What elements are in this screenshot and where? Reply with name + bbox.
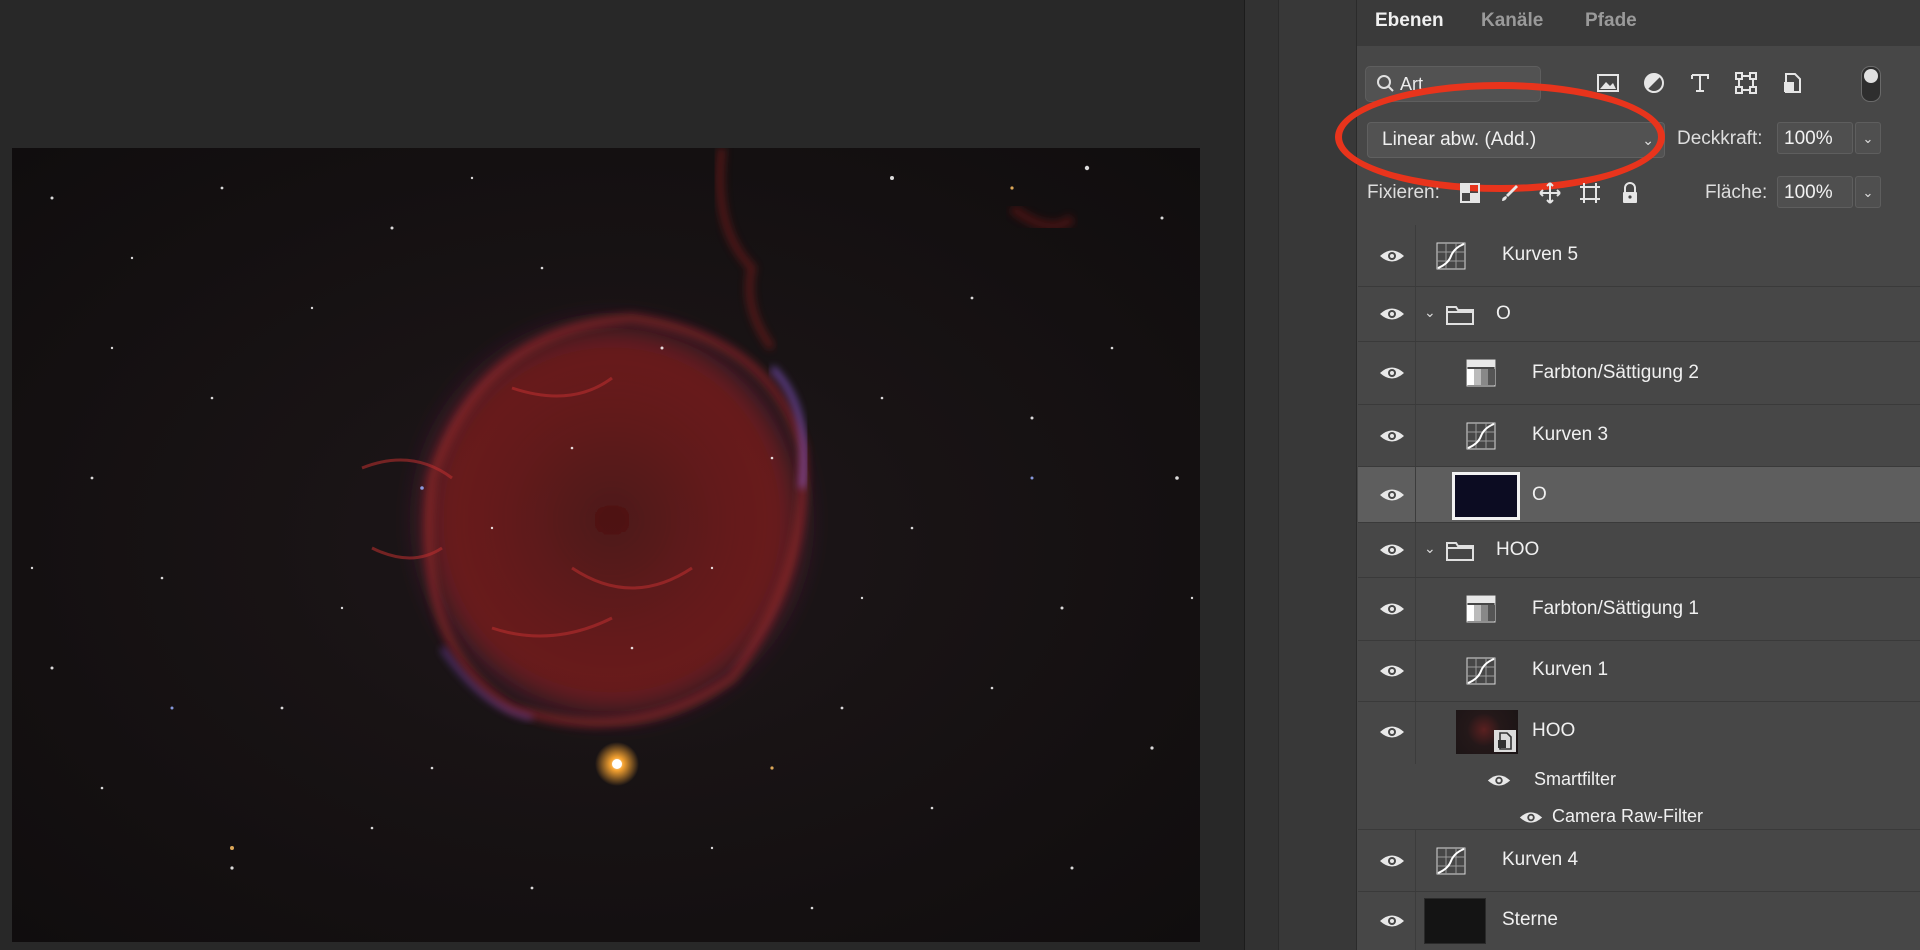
smart-filter-label: Smartfilter [1534, 769, 1617, 789]
eye-icon[interactable] [1378, 662, 1406, 680]
hue-saturation-icon [1466, 595, 1496, 623]
eye-icon[interactable] [1378, 600, 1406, 618]
shape-filter-icon[interactable] [1731, 68, 1761, 98]
layer-name: Kurven 5 [1502, 244, 1579, 265]
folder-icon [1446, 306, 1474, 325]
curves-icon [1466, 422, 1496, 450]
toolbar-gutter [1244, 0, 1279, 950]
layer-name: HOO [1496, 539, 1540, 560]
search-input-value: Art [1400, 74, 1424, 94]
eye-icon[interactable] [1378, 305, 1406, 323]
layer-name: O [1532, 484, 1547, 505]
lock-all-icon[interactable] [1617, 180, 1643, 206]
panel-dock-strip [1278, 0, 1357, 950]
layer-thumbnail [1452, 472, 1520, 520]
type-filter-icon[interactable] [1685, 68, 1715, 98]
lock-position-icon[interactable] [1537, 180, 1563, 206]
tab-kanaele[interactable]: Kanäle [1481, 10, 1543, 32]
layer-filter-search[interactable]: Art [1365, 66, 1541, 102]
filter-toggle-switch[interactable] [1861, 66, 1881, 102]
eye-icon[interactable] [1378, 541, 1406, 559]
opacity-dropdown-button[interactable]: ⌄ [1855, 122, 1881, 154]
camera-raw-eye-icon[interactable] [1518, 809, 1544, 826]
layer-row[interactable]: Sterne [1358, 892, 1920, 950]
adjustment-filter-icon[interactable] [1639, 68, 1669, 98]
opacity-label: Deckkraft: [1677, 128, 1763, 149]
canvas-area[interactable] [0, 0, 1244, 950]
nebula-artwork [30, 148, 1194, 910]
lock-label: Fixieren: [1367, 182, 1440, 203]
layer-name: Kurven 4 [1502, 849, 1579, 870]
expand-arrow-icon[interactable]: ⌄ [1424, 540, 1436, 557]
blend-mode-dropdown[interactable]: Linear abw. (Add.) ⌄ [1367, 122, 1665, 158]
layer-name: Kurven 3 [1532, 424, 1609, 445]
tab-ebenen[interactable]: Ebenen [1361, 0, 1458, 46]
layer-row-smart-object[interactable]: HOO Smartfilter Camera Raw-Filter [1358, 702, 1920, 830]
expand-arrow-icon[interactable]: ⌄ [1424, 304, 1436, 321]
eye-icon[interactable] [1378, 427, 1406, 445]
layer-row[interactable]: Kurven 1 [1358, 641, 1920, 702]
lock-pixels-icon[interactable] [1497, 180, 1523, 206]
layer-name: O [1496, 303, 1511, 324]
eye-icon[interactable] [1378, 852, 1406, 870]
folder-icon [1446, 542, 1474, 561]
layer-row[interactable]: Farbton/Sättigung 2 [1358, 342, 1920, 405]
tab-pfade[interactable]: Pfade [1585, 10, 1637, 32]
opacity-field[interactable]: 100% [1777, 122, 1853, 154]
camera-raw-filter-label[interactable]: Camera Raw-Filter [1552, 806, 1703, 827]
layer-name: Sterne [1502, 909, 1558, 930]
fill-label: Fläche: [1705, 182, 1768, 203]
smart-object-badge-icon [1494, 730, 1516, 752]
layer-row[interactable]: Farbton/Sättigung 1 [1358, 578, 1920, 641]
hue-saturation-icon [1466, 359, 1496, 387]
chevron-down-icon: ⌄ [1642, 132, 1654, 148]
blend-mode-value: Linear abw. (Add.) [1382, 129, 1537, 150]
layer-filter-icons [1593, 68, 1813, 100]
eye-icon[interactable] [1378, 723, 1406, 741]
layers-list: Kurven 5 ⌄ O Farbton/Sättigung 2 Kurven … [1358, 225, 1920, 950]
eye-icon[interactable] [1378, 364, 1406, 382]
layers-panel: Ebenen Kanäle Pfade Art Linear abw. (Add… [1335, 0, 1920, 950]
layer-group-row[interactable]: ⌄ O [1358, 287, 1920, 342]
search-icon [1376, 67, 1394, 112]
lock-icons [1457, 180, 1677, 208]
layer-row[interactable]: Kurven 4 [1358, 830, 1920, 892]
curves-icon [1436, 847, 1466, 875]
layer-thumbnail [1456, 710, 1518, 754]
image-filter-icon[interactable] [1593, 68, 1623, 98]
nebula-image[interactable] [12, 148, 1200, 942]
layer-row[interactable]: Kurven 3 [1358, 405, 1920, 467]
smart-object-filter-icon[interactable] [1777, 68, 1807, 98]
lock-transparency-icon[interactable] [1457, 180, 1483, 206]
layer-row-selected[interactable]: O [1358, 467, 1920, 523]
layer-row[interactable]: Kurven 5 [1358, 225, 1920, 287]
layer-name: Kurven 1 [1532, 659, 1609, 680]
smart-filter-eye-icon[interactable] [1486, 772, 1512, 789]
layer-name: Farbton/Sättigung 1 [1532, 598, 1699, 619]
layer-name: HOO [1532, 720, 1576, 741]
lock-artboard-icon[interactable] [1577, 180, 1603, 206]
curves-icon [1436, 242, 1466, 270]
panel-tabs: Ebenen Kanäle Pfade [1357, 0, 1920, 46]
fill-dropdown-button[interactable]: ⌄ [1855, 176, 1881, 208]
layer-group-row[interactable]: ⌄ HOO [1358, 523, 1920, 578]
curves-icon [1466, 657, 1496, 685]
fill-field[interactable]: 100% [1777, 176, 1853, 208]
layer-thumbnail [1424, 898, 1486, 944]
eye-icon[interactable] [1378, 247, 1406, 265]
layer-name: Farbton/Sättigung 2 [1532, 362, 1699, 383]
eye-icon[interactable] [1378, 486, 1406, 504]
eye-icon[interactable] [1378, 912, 1406, 930]
